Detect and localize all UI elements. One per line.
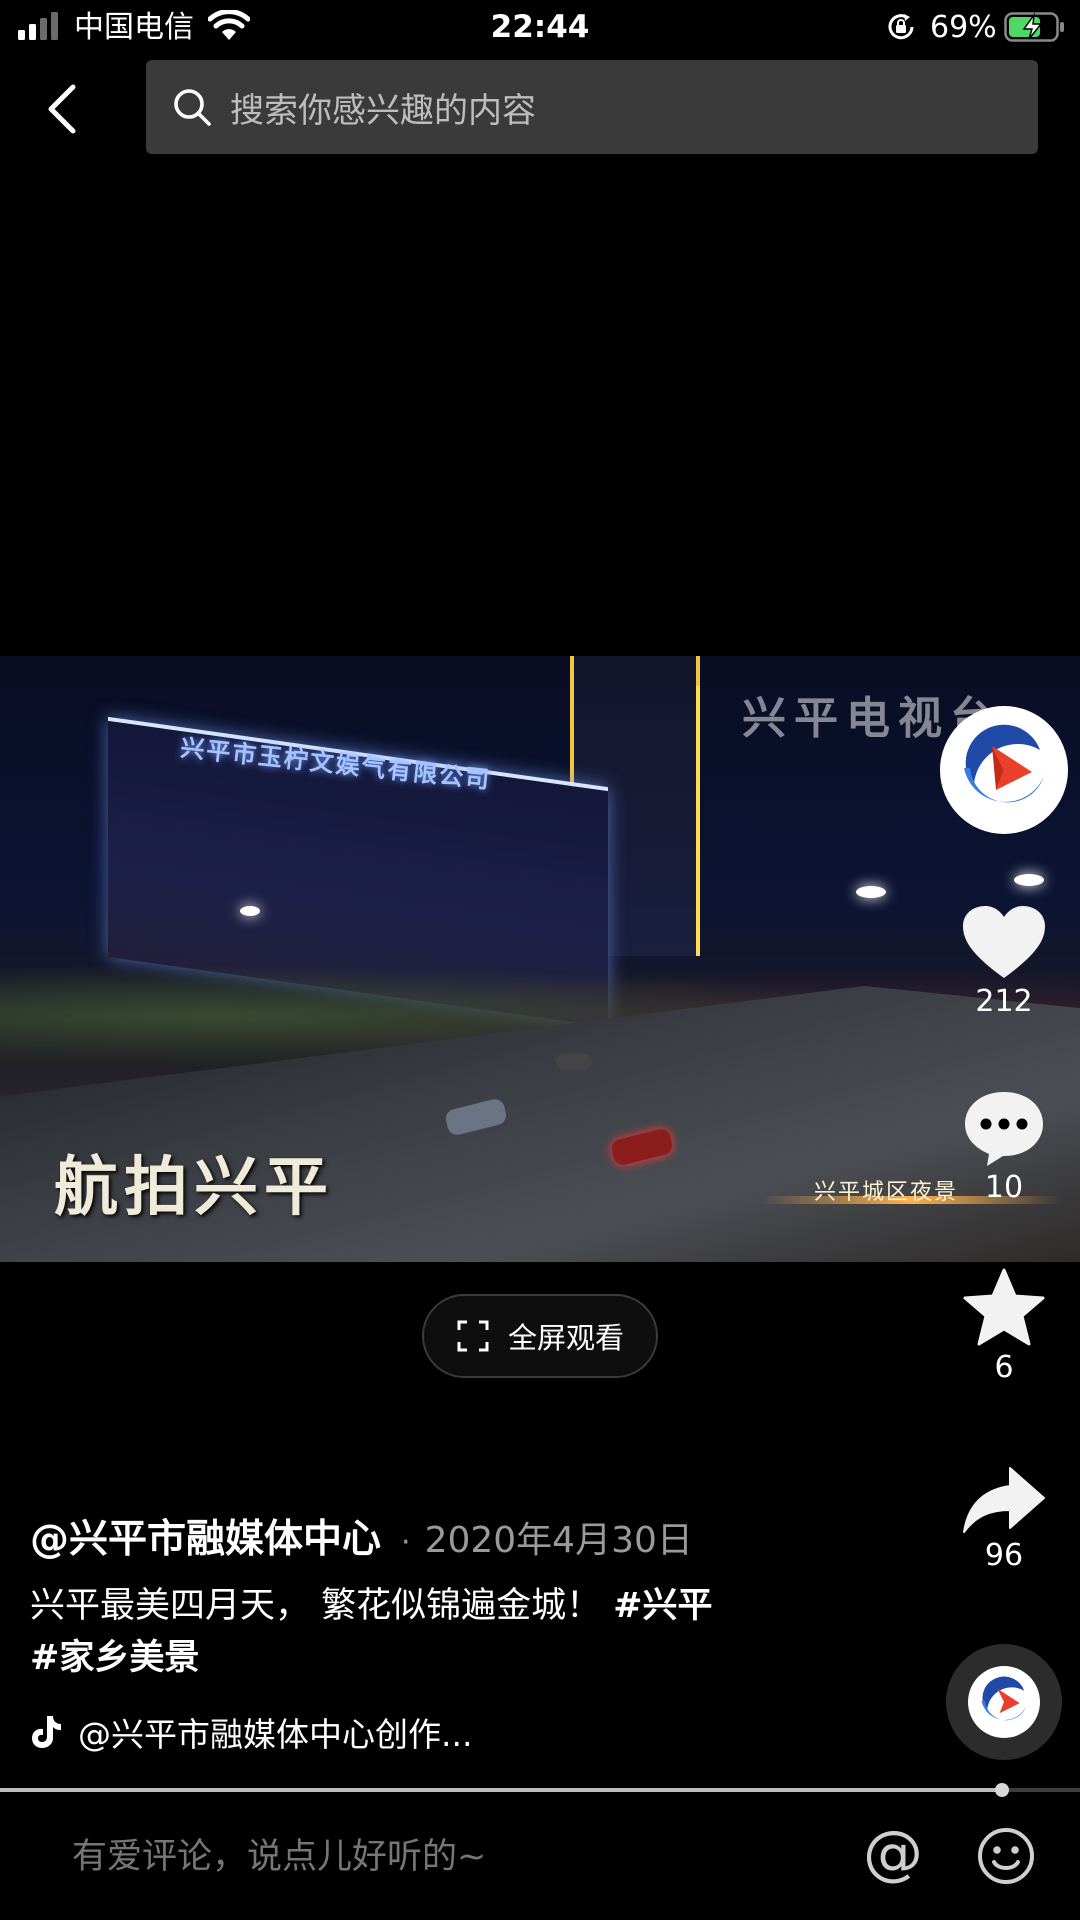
back-button[interactable] [36, 78, 88, 140]
video-progress-thumb[interactable] [995, 1783, 1010, 1797]
star-icon [963, 1268, 1045, 1346]
post-description: 兴平最美四月天， 繁花似锦遍金城！ #兴平 #家乡美景 [30, 1580, 810, 1684]
author-line: @兴平市融媒体中心 · 2020年4月30日 [30, 1508, 693, 1564]
comment-count: 10 [984, 1170, 1024, 1205]
share-arrow-icon [963, 1467, 1045, 1533]
fullscreen-button[interactable]: 全屏观看 [422, 1294, 658, 1378]
author-avatar[interactable] [940, 706, 1068, 834]
rotation-lock-icon [888, 14, 914, 40]
music-disc-cover [968, 1666, 1040, 1738]
video-street-lamp [856, 886, 886, 898]
hashtag-link[interactable]: #兴平 [613, 1586, 712, 1626]
comment-button[interactable]: 10 [940, 1088, 1068, 1205]
comment-input[interactable]: 有爱评论，说点儿好听的~ [72, 1828, 486, 1879]
fullscreen-icon [457, 1320, 489, 1352]
hashtag-link[interactable]: #家乡美景 [30, 1638, 199, 1678]
video-progress-bar[interactable] [0, 1783, 1080, 1797]
music-title: @兴平市融媒体中心创作... [78, 1715, 473, 1754]
share-count: 96 [984, 1538, 1024, 1573]
music-line[interactable]: @兴平市融媒体中心创作... [30, 1708, 472, 1756]
fullscreen-label: 全屏观看 [507, 1321, 624, 1355]
video-subcaption: 兴平城区夜景 [814, 1180, 959, 1205]
like-count: 212 [975, 984, 1033, 1019]
favorite-button[interactable]: 6 [940, 1268, 1068, 1385]
author-name[interactable]: @兴平市融媒体中心 [30, 1508, 381, 1564]
mention-button[interactable]: @ [860, 1820, 926, 1886]
share-button[interactable]: 96 [940, 1466, 1068, 1573]
search-placeholder: 搜索你感兴趣的内容 [230, 90, 536, 131]
separator-dot: · [401, 1525, 411, 1560]
description-text: 兴平最美四月天， 繁花似锦遍金城！ [30, 1586, 602, 1626]
search-bar[interactable]: 搜索你感兴趣的内容 [146, 60, 1038, 154]
video-car [556, 1054, 592, 1070]
favorite-count: 6 [994, 1350, 1014, 1385]
video-tower-light [660, 686, 700, 956]
smiley-icon[interactable] [976, 1826, 1036, 1886]
clock: 22:44 [490, 9, 590, 45]
video-player[interactable]: 兴平市玉柠文娱气有限公司 兴平电视台 航拍兴平 兴平城区夜景 [0, 656, 1080, 1262]
heart-icon [963, 906, 1045, 978]
battery-percent: 69% [930, 10, 997, 45]
status-bar: 中国电信 22:44 69% [0, 0, 1080, 56]
search-icon [174, 89, 211, 126]
music-disc[interactable] [946, 1644, 1062, 1760]
like-button[interactable]: 212 [940, 904, 1068, 1019]
video-street-lamp [240, 906, 260, 916]
comment-bubble-icon [965, 1092, 1043, 1166]
chevron-left-icon [48, 84, 76, 134]
battery-charging-icon [1004, 12, 1064, 42]
video-caption: 航拍兴平 [54, 1150, 334, 1225]
tiktok-note-icon [32, 1716, 61, 1748]
video-progress-fill [0, 1788, 1003, 1792]
channel-logo-icon [969, 1667, 1039, 1737]
video-street-lamp [1014, 874, 1044, 886]
channel-logo-icon [942, 708, 1066, 832]
post-date: 2020年4月30日 [424, 1520, 693, 1561]
